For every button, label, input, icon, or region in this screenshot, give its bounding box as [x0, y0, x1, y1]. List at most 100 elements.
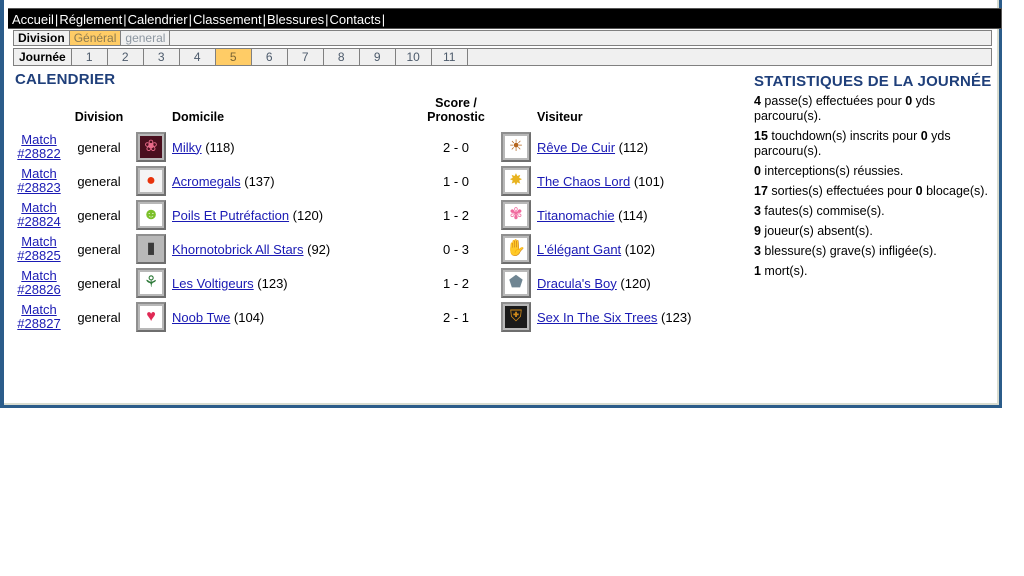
division-cell: general	[77, 309, 121, 325]
journee-day-4[interactable]: 4	[180, 49, 216, 65]
bouquet-icon-cell: ❀	[130, 130, 172, 164]
division-cell: general	[77, 139, 121, 155]
home-team-link[interactable]: Les Voltigeurs	[172, 276, 254, 291]
bouquet-icon[interactable]: ❀	[136, 132, 166, 162]
visitor-team-rating: (120)	[616, 275, 651, 291]
header-score-line2: Pronostic	[427, 110, 485, 124]
heart-icon-cell: ♥	[130, 300, 172, 334]
dark-crest-icon-cell: ⛨	[495, 300, 537, 334]
visitor-team-link[interactable]: Sex In The Six Trees	[537, 310, 657, 325]
match-link[interactable]: Match #28822	[17, 133, 60, 161]
acrobat-icon-cell: ⚘	[130, 266, 172, 300]
match-link[interactable]: Match #28827	[17, 303, 60, 331]
visitor-team-cell: The Chaos Lord (101)	[537, 164, 735, 198]
journee-day-6[interactable]: 6	[252, 49, 288, 65]
home-team-rating: (123)	[253, 275, 288, 291]
nav-item-rglement[interactable]: Réglement	[58, 12, 123, 27]
nav-item-blessures[interactable]: Blessures	[266, 12, 325, 27]
nav-item-accueil[interactable]: Accueil	[11, 12, 55, 27]
journee-bar: Journée 1 2 3 4 5 6 7 8 9 10 11	[13, 48, 992, 66]
heart-icon[interactable]: ♥	[136, 302, 166, 332]
match-link[interactable]: Match #28823	[17, 167, 60, 195]
visitor-team-rating: (112)	[615, 139, 649, 155]
red-sphere-icon[interactable]: ●	[136, 166, 166, 196]
chaos-star-icon[interactable]: ✸	[501, 166, 531, 196]
match-link-cell: Match #28824	[10, 198, 68, 232]
home-team-link[interactable]: Khornotobrick All Stars	[172, 242, 304, 257]
chaos-star-icon-glyph: ✸	[505, 170, 527, 192]
stats-line: 1 mort(s).	[754, 264, 994, 279]
header-score: Score / Pronostic	[417, 94, 495, 130]
stats-text: interceptions(s) réussies.	[760, 164, 904, 178]
match-link[interactable]: Match #28825	[17, 235, 60, 263]
header-visitor: Visiteur	[537, 110, 583, 124]
visitor-team-link[interactable]: L'élégant Gant	[537, 242, 621, 257]
division-cell: general	[77, 173, 121, 189]
dark-crest-icon[interactable]: ⛨	[501, 302, 531, 332]
journee-day-9[interactable]: 9	[360, 49, 396, 65]
visitor-team-cell: Titanomachie (114)	[537, 198, 735, 232]
header-division: Division	[74, 110, 124, 124]
nav-item-contacts[interactable]: Contacts	[328, 12, 381, 27]
journee-bar-label: Journée	[14, 49, 72, 65]
division-bar-filler	[170, 31, 991, 45]
calendar-body: Match #28822 general ❀ Milky (118) 2 - 0 ☀ Rêve…	[10, 130, 735, 334]
journee-day-11[interactable]: 11	[432, 49, 468, 65]
nav-item-classement[interactable]: Classement	[192, 12, 263, 27]
home-team-rating: (92)	[303, 241, 331, 257]
match-link-line2: #28822	[17, 146, 61, 161]
wolf-shield-icon[interactable]: ⬟	[501, 268, 531, 298]
journee-day-8[interactable]: 8	[324, 49, 360, 65]
visitor-team-link[interactable]: Rêve De Cuir	[537, 140, 615, 155]
visitor-team-cell: Sex In The Six Trees (123)	[537, 300, 735, 334]
octopus-icon[interactable]: ✾	[501, 200, 531, 230]
score-cell: 0 - 3	[442, 241, 469, 257]
lion-icon[interactable]: ☀	[501, 132, 531, 162]
table-row: Match #28826 general ⚘ Les Voltigeurs (123) 1…	[10, 266, 735, 300]
match-link[interactable]: Match #28824	[17, 201, 60, 229]
home-team-link[interactable]: Milky	[172, 140, 202, 155]
journee-day-1[interactable]: 1	[72, 49, 108, 65]
match-link-line1: Match	[21, 132, 57, 147]
visitor-team-rating: (123)	[657, 309, 692, 325]
bouquet-icon-glyph: ❀	[140, 136, 162, 158]
visitor-team-link[interactable]: The Chaos Lord	[537, 174, 630, 189]
wolf-shield-icon-cell: ⬟	[495, 266, 537, 300]
stats-text: fautes(s) commise(s).	[760, 204, 885, 218]
match-link-line2: #28823	[17, 180, 61, 195]
nav-item-calendrier[interactable]: Calendrier	[127, 12, 189, 27]
journee-day-10[interactable]: 10	[396, 49, 432, 65]
acrobat-icon-glyph: ⚘	[140, 272, 162, 294]
journee-day-7[interactable]: 7	[288, 49, 324, 65]
home-team-link[interactable]: Poils Et Putréfaction	[172, 208, 289, 223]
stats-line: 0 interceptions(s) réussies.	[754, 164, 994, 179]
home-team-cell: Khornotobrick All Stars (92)	[172, 232, 417, 266]
division-option-general[interactable]: general	[121, 31, 171, 45]
blank-bar-icon-cell: ▮	[130, 232, 172, 266]
home-team-link[interactable]: Noob Twe	[172, 310, 230, 325]
home-team-cell: Noob Twe (104)	[172, 300, 417, 334]
table-row: Match #28824 general ☻ Poils Et Putréfaction…	[10, 198, 735, 232]
visitor-team-link[interactable]: Dracula's Boy	[537, 276, 617, 291]
visitor-team-rating: (114)	[614, 207, 648, 223]
division-option-general-selected[interactable]: Général	[69, 31, 122, 45]
journee-day-2[interactable]: 2	[108, 49, 144, 65]
home-team-link[interactable]: Acromegals	[172, 174, 241, 189]
gauntlet-icon[interactable]: ✋	[501, 234, 531, 264]
score-cell: 1 - 2	[442, 207, 469, 223]
home-team-rating: (137)	[240, 173, 275, 189]
visitor-team-link[interactable]: Titanomachie	[537, 208, 615, 223]
home-team-cell: Acromegals (137)	[172, 164, 417, 198]
green-face-icon-glyph: ☻	[140, 204, 162, 226]
acrobat-icon[interactable]: ⚘	[136, 268, 166, 298]
journee-day-5[interactable]: 5	[215, 49, 252, 65]
top-navigation-bar: Accueil|Réglement|Calendrier|Classement|…	[8, 8, 1002, 29]
blank-bar-icon[interactable]: ▮	[136, 234, 166, 264]
journee-day-3[interactable]: 3	[144, 49, 180, 65]
green-face-icon-cell: ☻	[130, 198, 172, 232]
match-link-line1: Match	[21, 302, 57, 317]
stats-value-primary: 3	[754, 244, 761, 258]
match-link[interactable]: Match #28826	[17, 269, 60, 297]
calendar-header-row: Division Domicile Score / Pronostic Visi…	[10, 94, 735, 130]
green-face-icon[interactable]: ☻	[136, 200, 166, 230]
